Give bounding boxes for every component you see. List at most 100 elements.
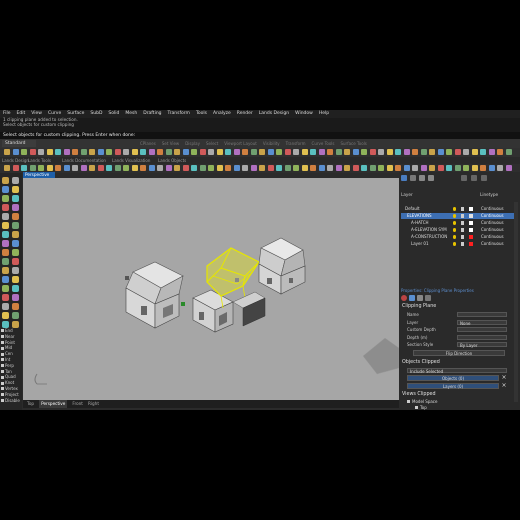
lightbulb-icon[interactable] — [453, 207, 456, 211]
plugin-icon[interactable] — [488, 165, 495, 171]
plugin-icon[interactable] — [446, 165, 452, 171]
plugin-icon[interactable] — [123, 165, 129, 171]
layer-color-swatch[interactable] — [469, 228, 473, 232]
toolbar-icon[interactable] — [242, 149, 248, 155]
tool-icon[interactable] — [12, 177, 19, 184]
viewport-tab[interactable]: Front — [72, 400, 83, 408]
tool-icon[interactable] — [12, 195, 19, 202]
command-prompt[interactable]: Select objects for custom clipping. Pres… — [0, 132, 520, 139]
lock-icon[interactable] — [461, 207, 464, 211]
plugin-icon[interactable] — [225, 165, 231, 171]
lightbulb-icon[interactable] — [453, 214, 456, 218]
viewport-tab[interactable]: Perspective — [39, 400, 68, 408]
layer-color-swatch[interactable] — [469, 221, 473, 225]
properties-tab[interactable]: Properties: Clipping Plane Properties — [401, 288, 474, 293]
toolbar-icon[interactable] — [208, 149, 214, 155]
plugin-icon[interactable] — [284, 165, 291, 171]
plugin-icon[interactable] — [403, 165, 410, 171]
plugin-icon[interactable] — [437, 165, 444, 171]
plugin-icon[interactable] — [131, 165, 138, 171]
toolbar-icon[interactable] — [378, 149, 384, 155]
lock-icon[interactable] — [461, 214, 464, 218]
lightbulb-icon[interactable] — [453, 242, 456, 246]
toolbar-icon[interactable] — [46, 149, 53, 155]
toolbar-icon[interactable] — [420, 149, 427, 155]
viewport-tab[interactable]: Right — [88, 400, 99, 408]
object-properties-icon[interactable] — [401, 295, 407, 301]
layer-row[interactable]: Default Continuous — [401, 206, 516, 212]
tool-icon[interactable] — [2, 231, 9, 238]
toolbar-icon[interactable] — [63, 149, 70, 155]
toolbar-icon[interactable] — [259, 149, 265, 155]
delete-layer-icon[interactable] — [410, 175, 416, 181]
flip-direction-button[interactable]: Flip Direction — [413, 350, 505, 356]
move-up-icon[interactable] — [419, 175, 425, 181]
plugin-icon[interactable] — [106, 165, 112, 171]
material-icon[interactable] — [409, 295, 415, 301]
plugin-icon[interactable] — [55, 165, 61, 171]
filter-icon[interactable] — [461, 175, 467, 181]
checkbox-icon[interactable] — [1, 346, 4, 350]
plugin-icon[interactable] — [80, 165, 87, 171]
menu-item[interactable]: Window — [295, 110, 313, 118]
plugin-icon[interactable] — [471, 165, 478, 171]
layer-color-swatch[interactable] — [469, 242, 473, 246]
tool-icon[interactable] — [2, 321, 9, 328]
tool-icon[interactable] — [12, 222, 19, 229]
toolbar-icon[interactable] — [505, 149, 512, 155]
plugin-icon[interactable] — [233, 165, 240, 171]
plugin-icon[interactable] — [310, 165, 316, 171]
plugin-tab[interactable]: Lands Design — [2, 157, 29, 164]
toolbar-icon[interactable] — [157, 149, 163, 155]
tool-icon[interactable] — [2, 195, 9, 202]
toolbar-icon[interactable] — [216, 149, 223, 155]
toolbar-icon[interactable] — [446, 149, 452, 155]
close-icon[interactable]: × — [501, 383, 507, 389]
toolbar-icon[interactable] — [318, 149, 325, 155]
plugin-icon[interactable] — [46, 165, 53, 171]
toolbar-icon[interactable] — [301, 149, 308, 155]
plugin-icon[interactable] — [174, 165, 180, 171]
toolbar-icon[interactable] — [463, 149, 469, 155]
layer-color-swatch[interactable] — [469, 235, 473, 239]
plugin-icon[interactable] — [301, 165, 308, 171]
checkbox-icon[interactable] — [1, 398, 4, 402]
plugin-icon[interactable] — [327, 165, 333, 171]
plugin-icon[interactable] — [148, 165, 155, 171]
property-value[interactable]: By Layer — [457, 342, 507, 348]
tool-icon[interactable] — [2, 303, 9, 310]
property-value[interactable] — [457, 334, 507, 340]
tool-icon[interactable] — [2, 204, 9, 211]
lock-icon[interactable] — [461, 235, 464, 239]
toolbar-icon[interactable] — [412, 149, 418, 155]
tool-icon[interactable] — [12, 249, 19, 256]
plugin-icon[interactable] — [352, 165, 359, 171]
plugin-icon[interactable] — [63, 165, 70, 171]
gear-icon[interactable] — [471, 175, 477, 181]
clipping-plane-widget[interactable] — [362, 337, 399, 375]
plugin-tab[interactable]: Lands Tools — [28, 157, 51, 164]
tool-icon[interactable] — [2, 240, 9, 247]
toolbar-icon[interactable] — [12, 149, 19, 155]
layer-color-swatch[interactable] — [469, 214, 473, 218]
layer-row[interactable]: A-CONSTRUCTION Continuous — [401, 234, 516, 240]
toolbar-icon[interactable] — [488, 149, 495, 155]
checkbox-icon[interactable] — [1, 358, 4, 362]
plugin-icon[interactable] — [72, 165, 78, 171]
plugin-icon[interactable] — [369, 165, 376, 171]
menu-item[interactable]: Tools — [196, 110, 207, 118]
toolbar-icon[interactable] — [21, 149, 27, 155]
tool-icon[interactable] — [12, 321, 19, 328]
plugin-icon[interactable] — [420, 165, 427, 171]
tool-icon[interactable] — [12, 276, 19, 283]
tab-standard[interactable]: Standard — [2, 140, 36, 147]
toolbar-icon[interactable] — [369, 149, 376, 155]
toolbar-icon[interactable] — [55, 149, 61, 155]
plugin-icon[interactable] — [429, 165, 435, 171]
tool-icon[interactable] — [12, 267, 19, 274]
plugin-tab[interactable]: Lands Objects — [158, 157, 186, 164]
tool-icon[interactable] — [2, 186, 9, 193]
menu-item[interactable]: Transform — [168, 110, 190, 118]
plugin-icon[interactable] — [29, 165, 36, 171]
plugin-icon[interactable] — [89, 165, 95, 171]
